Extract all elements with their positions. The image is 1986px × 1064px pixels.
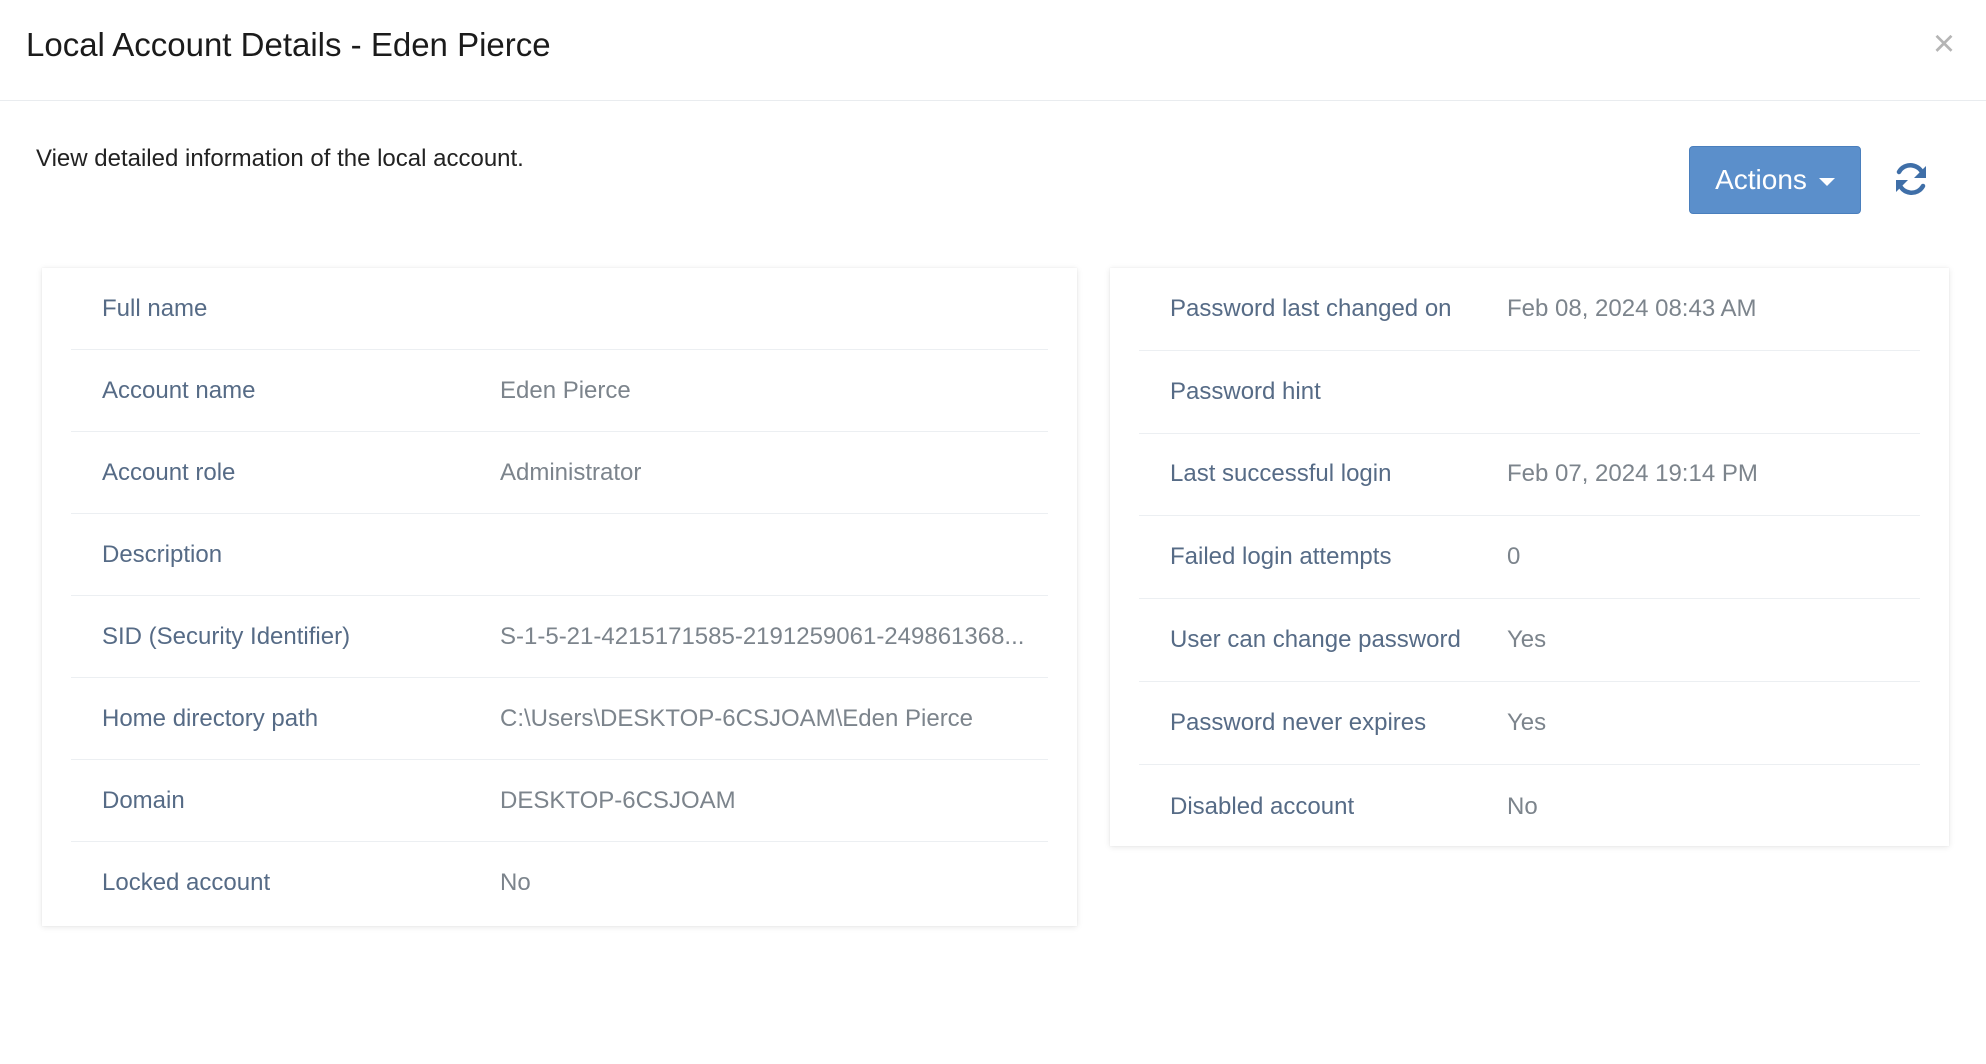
dialog-subtitle: View detailed information of the local a…: [36, 145, 524, 172]
caret-down-icon: [1818, 178, 1835, 186]
row-value: Feb 08, 2024 08:43 AM: [1507, 295, 1757, 322]
row-value: Eden Pierce: [500, 376, 631, 404]
row-label: SID (Security Identifier): [102, 622, 351, 650]
row-value: 0: [1507, 543, 1521, 570]
dialog-header: Local Account Details - Eden Pierce ×: [0, 0, 1986, 101]
row-value: DESKTOP-6CSJOAM: [500, 786, 736, 814]
row-locked-account: Locked account No: [71, 842, 1048, 924]
row-label: Account name: [102, 376, 256, 404]
row-value: Administrator: [500, 458, 642, 486]
row-value: C:\Users\DESKTOP-6CSJOAM\Eden Pierce: [500, 704, 974, 732]
row-password-hint: Password hint: [1139, 351, 1920, 434]
row-value: Yes: [1507, 709, 1547, 736]
row-value: S-1-5-21-4215171585-2191259061-249861368…: [500, 622, 1025, 650]
row-description: Description: [71, 514, 1048, 596]
row-disabled-account: Disabled account No: [1139, 765, 1920, 848]
row-label: Password never expires: [1170, 709, 1427, 736]
actions-dropdown-button[interactable]: Actions: [1689, 146, 1861, 214]
row-user-can-change-password: User can change password Yes: [1139, 599, 1920, 682]
row-sid: SID (Security Identifier) S-1-5-21-42151…: [71, 596, 1048, 678]
row-label: Home directory path: [102, 704, 319, 732]
row-label: Password last changed on: [1170, 295, 1452, 322]
row-password-last-changed: Password last changed on Feb 08, 2024 08…: [1139, 268, 1920, 351]
row-full-name: Full name: [71, 268, 1048, 350]
row-domain: Domain DESKTOP-6CSJOAM: [71, 760, 1048, 842]
refresh-icon[interactable]: [1890, 158, 1932, 200]
row-value: Feb 07, 2024 19:14 PM: [1507, 460, 1758, 487]
dialog-title: Local Account Details - Eden Pierce: [26, 26, 551, 63]
row-last-login: Last successful login Feb 07, 2024 19:14…: [1139, 433, 1920, 516]
row-label: User can change password: [1170, 626, 1461, 653]
row-label: Password hint: [1170, 378, 1321, 405]
row-account-name: Account name Eden Pierce: [71, 350, 1048, 432]
row-label: Disabled account: [1170, 792, 1355, 820]
row-label: Failed login attempts: [1170, 543, 1392, 570]
row-value: No: [500, 869, 531, 896]
row-failed-login-attempts: Failed login attempts 0: [1139, 516, 1920, 599]
password-info-card: Password last changed on Feb 08, 2024 08…: [1110, 268, 1949, 846]
row-label: Account role: [102, 458, 236, 486]
row-home-directory: Home directory path C:\Users\DESKTOP-6CS…: [71, 678, 1048, 760]
account-info-card: Full name Account name Eden Pierce Accou…: [42, 268, 1077, 926]
row-password-never-expires: Password never expires Yes: [1139, 682, 1920, 765]
actions-label: Actions: [1715, 164, 1807, 195]
row-label: Last successful login: [1170, 460, 1392, 487]
row-label: Domain: [102, 786, 185, 814]
row-label: Full name: [102, 294, 208, 322]
row-value: No: [1507, 792, 1538, 820]
row-label: Locked account: [102, 869, 271, 896]
account-details-dialog: Local Account Details - Eden Pierce × Vi…: [0, 0, 1986, 1064]
row-value: Yes: [1507, 626, 1547, 653]
row-account-role: Account role Administrator: [71, 432, 1048, 514]
close-icon[interactable]: ×: [1924, 24, 1964, 64]
row-label: Description: [102, 540, 223, 568]
